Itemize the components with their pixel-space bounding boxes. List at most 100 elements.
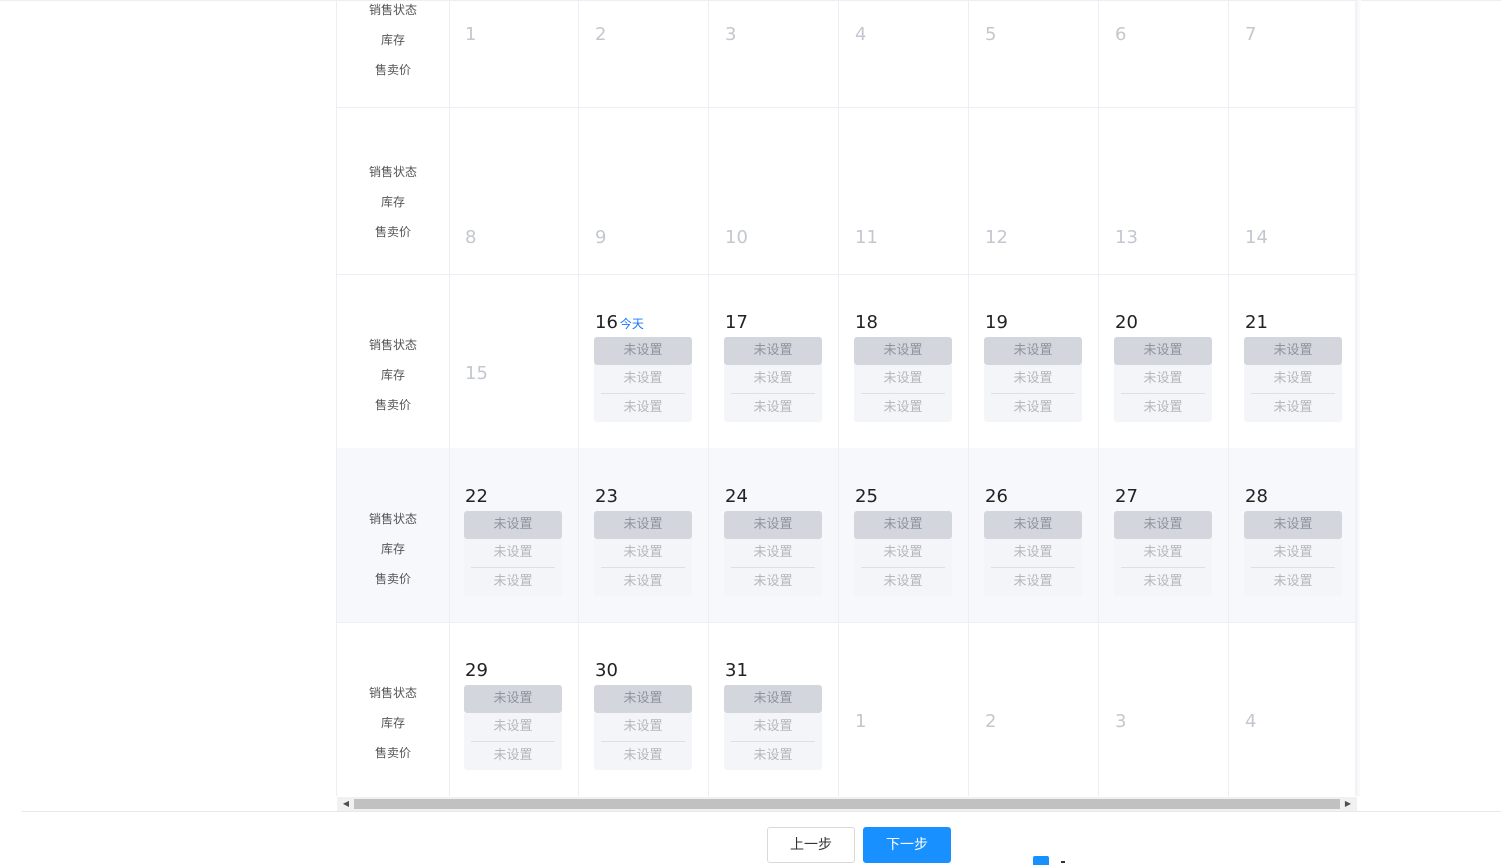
sale-status-pill[interactable]: 未设置 (594, 685, 692, 713)
day-price-info[interactable]: 未设置 未设置 未设置 (724, 511, 822, 596)
day-price-info[interactable]: 未设置 未设置 未设置 (1244, 511, 1342, 596)
calendar-day-cell[interactable]: 8 (449, 107, 579, 274)
day-price-info[interactable]: 未设置 未设置 未设置 (594, 685, 692, 770)
calendar-day-cell[interactable]: 1 (839, 622, 969, 796)
calendar-day-cell[interactable]: 18 未设置 未设置 未设置 (839, 274, 969, 448)
sale-status-pill[interactable]: 未设置 (724, 337, 822, 365)
calendar-day-cell[interactable]: 3 (1099, 622, 1229, 796)
sale-status-pill[interactable]: 未设置 (1114, 511, 1212, 539)
row-labels: 销售状态 库存 售卖价 (337, 622, 450, 796)
label-price: 售卖价 (374, 398, 411, 412)
calendar-scroll-shadow (1355, 0, 1361, 796)
day-price-info[interactable]: 未设置 未设置 未设置 (1244, 337, 1342, 422)
prev-step-button[interactable]: 上一步 (767, 827, 855, 863)
day-price-info[interactable]: 未设置 未设置 未设置 (464, 511, 562, 596)
calendar-day-cell[interactable]: 26 未设置 未设置 未设置 (969, 448, 1099, 622)
calendar-week-row: 销售状态 库存 售卖价 1 2 3 4 5 6 7 (337, 0, 1359, 108)
calendar-day-cell[interactable]: 27 未设置 未设置 未设置 (1099, 448, 1229, 622)
calendar-day-cell[interactable]: 31 未设置 未设置 未设置 (709, 622, 839, 796)
calendar-day-cell[interactable]: 5 (969, 0, 1099, 107)
calendar-day-cell[interactable]: 4 (839, 0, 969, 107)
scroll-right-arrow-icon[interactable]: ▶ (1341, 797, 1355, 811)
calendar-day-cell[interactable]: 15 (449, 274, 579, 448)
day-number: 26 (985, 486, 1008, 507)
day-price-info[interactable]: 未设置 未设置 未设置 (724, 337, 822, 422)
day-price-info[interactable]: 未设置 未设置 未设置 (854, 337, 952, 422)
sale-status-pill[interactable]: 未设置 (594, 511, 692, 539)
day-price-info[interactable]: 未设置 未设置 未设置 (1114, 511, 1212, 596)
day-number: 14 (1245, 227, 1268, 248)
sale-status-pill[interactable]: 未设置 (724, 511, 822, 539)
next-step-button[interactable]: 下一步 (863, 827, 951, 863)
day-price-info[interactable]: 未设置 未设置 未设置 (724, 685, 822, 770)
calendar-day-cell[interactable]: 29 未设置 未设置 未设置 (449, 622, 579, 796)
sale-status-pill[interactable]: 未设置 (1114, 337, 1212, 365)
calendar-day-cell[interactable]: 13 (1099, 107, 1229, 274)
calendar-day-cell[interactable]: 19 未设置 未设置 未设置 (969, 274, 1099, 448)
day-price-info[interactable]: 未设置 未设置 未设置 (984, 337, 1082, 422)
label-price: 售卖价 (374, 572, 411, 586)
calendar-day-cell[interactable]: 11 (839, 107, 969, 274)
price-value: 未设置 (753, 574, 793, 589)
sale-status-pill[interactable]: 未设置 (464, 685, 562, 713)
calendar-day-cell[interactable]: 2 (579, 0, 709, 107)
row-labels: 销售状态 库存 售卖价 (337, 448, 450, 622)
day-price-info[interactable]: 未设置 未设置 未设置 (464, 685, 562, 770)
calendar-day-cell[interactable]: 25 未设置 未设置 未设置 (839, 448, 969, 622)
calendar-day-cell[interactable]: 23 未设置 未设置 未设置 (579, 448, 709, 622)
calendar-day-cell[interactable]: 16 今天 未设置 未设置 未设置 (579, 274, 709, 448)
calendar-day-cell[interactable]: 10 (709, 107, 839, 274)
sale-status-pill[interactable]: 未设置 (984, 511, 1082, 539)
day-number-text: 20 (1115, 312, 1138, 333)
scrollbar-thumb[interactable] (354, 799, 1340, 809)
day-number: 7 (1245, 24, 1256, 45)
day-number-text: 22 (465, 486, 488, 507)
stock-price-box: 未设置 未设置 (1244, 365, 1342, 422)
calendar-day-cell[interactable]: 20 未设置 未设置 未设置 (1099, 274, 1229, 448)
calendar-day-cell[interactable]: 30 未设置 未设置 未设置 (579, 622, 709, 796)
calendar-day-cell[interactable]: 17 未设置 未设置 未设置 (709, 274, 839, 448)
row-labels: 销售状态 库存 售卖价 (337, 0, 450, 107)
calendar-day-cell[interactable]: 4 (1229, 622, 1359, 796)
horizontal-scrollbar[interactable]: ◀ ▶ (337, 797, 1357, 811)
sale-status-pill[interactable]: 未设置 (1244, 511, 1342, 539)
sale-status-pill[interactable]: 未设置 (854, 511, 952, 539)
calendar-day-cell[interactable]: 9 (579, 107, 709, 274)
calendar-day-cell[interactable]: 21 未设置 未设置 未设置 (1229, 274, 1359, 448)
calendar-day-cell[interactable]: 6 (1099, 0, 1229, 107)
calendar-day-cell[interactable]: 7 (1229, 0, 1359, 107)
day-price-info[interactable]: 未设置 未设置 未设置 (594, 337, 692, 422)
floating-widget-dot (1061, 861, 1065, 863)
day-number-text: 23 (595, 486, 618, 507)
day-price-info[interactable]: 未设置 未设置 未设置 (1114, 337, 1212, 422)
sale-status-pill[interactable]: 未设置 (464, 511, 562, 539)
floating-widget-icon[interactable] (1033, 856, 1049, 865)
day-number: 23 (595, 486, 618, 507)
stock-price-box: 未设置 未设置 (594, 713, 692, 770)
day-price-info[interactable]: 未设置 未设置 未设置 (594, 511, 692, 596)
calendar-day-cell[interactable]: 14 (1229, 107, 1359, 274)
day-number-text: 9 (595, 227, 607, 248)
sale-status-pill[interactable]: 未设置 (724, 685, 822, 713)
sale-status-pill[interactable]: 未设置 (854, 337, 952, 365)
price-value: 未设置 (1143, 574, 1183, 589)
day-price-info[interactable]: 未设置 未设置 未设置 (984, 511, 1082, 596)
sale-status-pill[interactable]: 未设置 (594, 337, 692, 365)
sale-status-pill[interactable]: 未设置 (1244, 337, 1342, 365)
sale-status-pill[interactable]: 未设置 (984, 337, 1082, 365)
calendar-day-cell[interactable]: 28 未设置 未设置 未设置 (1229, 448, 1359, 622)
scroll-left-arrow-icon[interactable]: ◀ (339, 797, 353, 811)
label-sale-status: 销售状态 (368, 338, 417, 352)
calendar-day-cell[interactable]: 3 (709, 0, 839, 107)
calendar-day-cell[interactable]: 1 (449, 0, 579, 107)
day-number: 17 (725, 312, 748, 333)
calendar-day-cell[interactable]: 22 未设置 未设置 未设置 (449, 448, 579, 622)
calendar-day-cell[interactable]: 24 未设置 未设置 未设置 (709, 448, 839, 622)
stock-value: 未设置 (471, 539, 555, 568)
stock-price-box: 未设置 未设置 (594, 365, 692, 422)
day-number: 13 (1115, 227, 1138, 248)
calendar-day-cell[interactable]: 12 (969, 107, 1099, 274)
footer-divider (22, 811, 1501, 812)
calendar-day-cell[interactable]: 2 (969, 622, 1099, 796)
day-price-info[interactable]: 未设置 未设置 未设置 (854, 511, 952, 596)
